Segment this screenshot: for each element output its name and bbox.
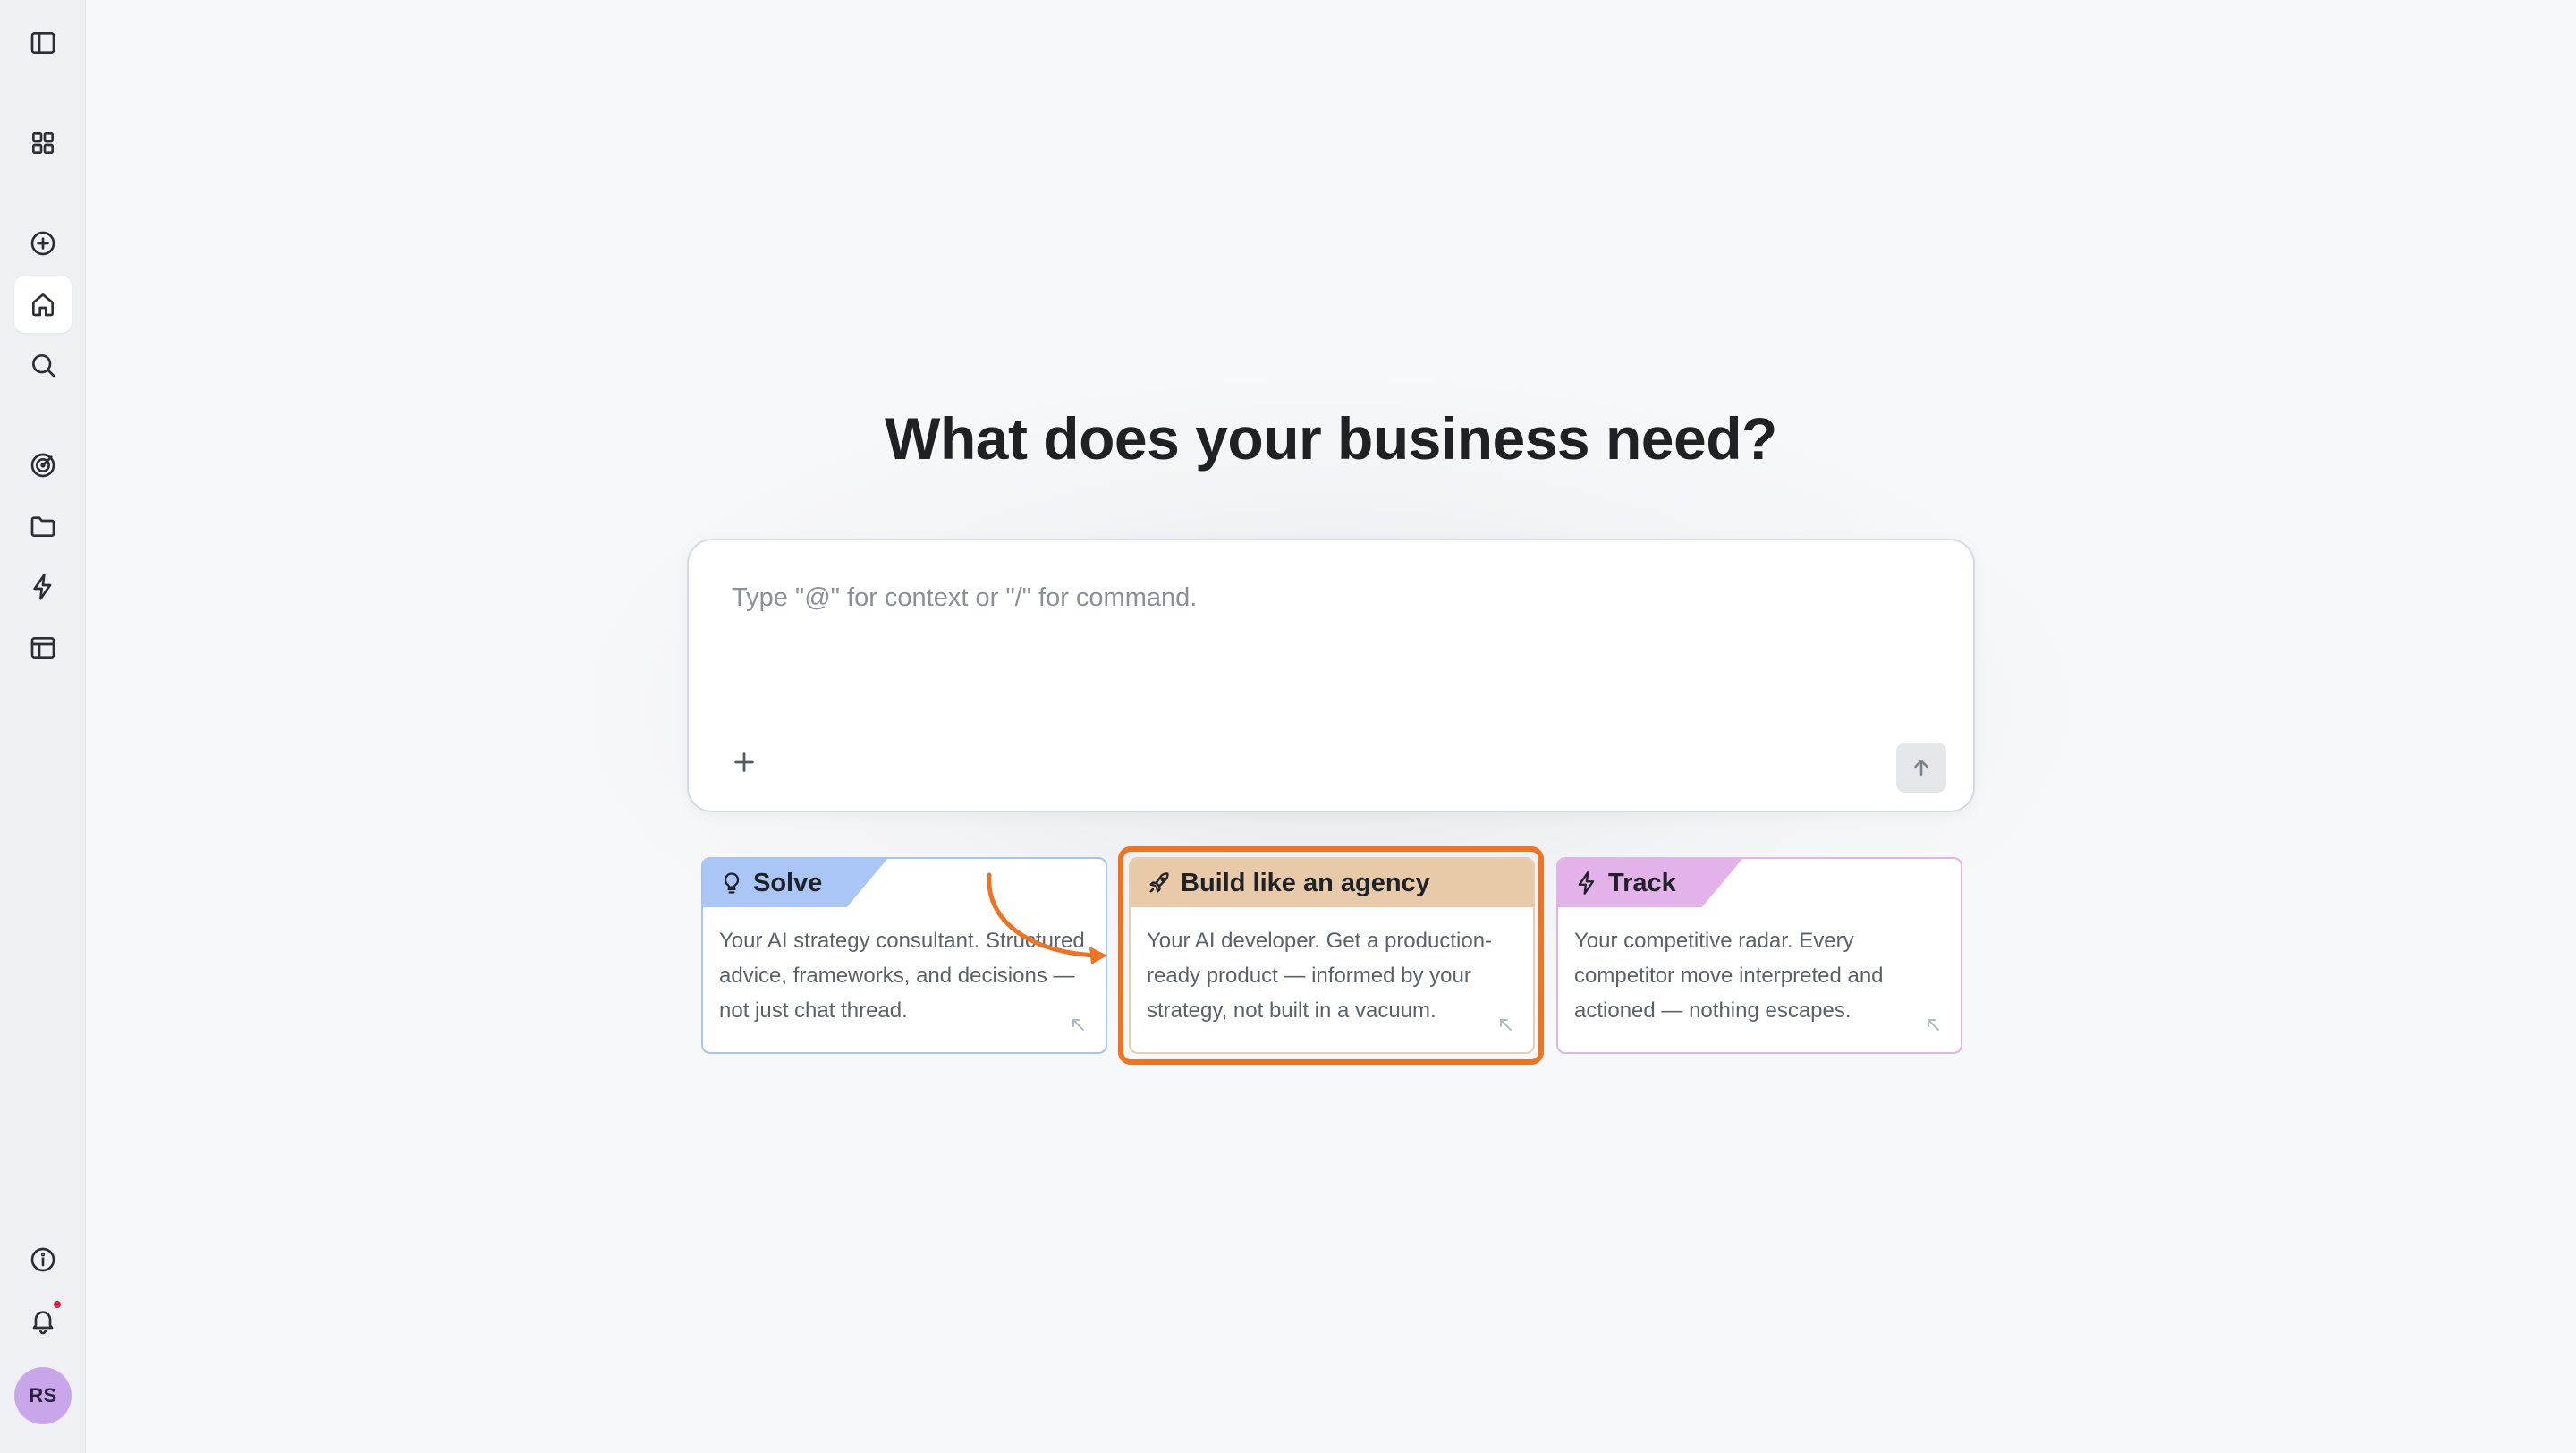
arrow-up-icon	[1914, 760, 1928, 776]
automations-button[interactable]	[14, 558, 72, 616]
home-button[interactable]	[14, 276, 72, 333]
build-like-an-agency-card[interactable]: Build like an agency Your AI developer. …	[1129, 857, 1535, 1054]
files-button[interactable]	[14, 497, 72, 555]
track-card-description: Your competitive radar. Every competitor…	[1574, 929, 1884, 1023]
info-button[interactable]	[14, 1231, 72, 1288]
add-attachment-button[interactable]	[724, 743, 764, 782]
toggle-sidebar-button[interactable]	[14, 14, 72, 72]
avatar[interactable]: RS	[14, 1367, 72, 1424]
solve-card-title: Solve	[753, 868, 823, 897]
sidebar-icon	[30, 32, 55, 54]
search-button[interactable]	[14, 336, 72, 394]
layout-icon	[30, 637, 55, 659]
bolt-icon	[33, 574, 52, 600]
sidebar: RS	[0, 0, 86, 1453]
bolt-icon	[1578, 871, 1595, 895]
notifications-button[interactable]	[14, 1292, 72, 1349]
solve-card-header: Solve	[703, 859, 887, 907]
arrow-up-left-icon	[1070, 1016, 1086, 1032]
home-icon	[32, 293, 54, 317]
solve-card[interactable]: Solve Your AI strategy consultant. Struc…	[701, 857, 1107, 1054]
prompt-input[interactable]	[732, 583, 1930, 709]
arrow-up-left-icon	[1497, 1016, 1513, 1032]
track-card[interactable]: Track Your competitive radar. Every comp…	[1556, 857, 1962, 1054]
new-button[interactable]	[14, 215, 72, 272]
arrow-up-left-icon	[1925, 1016, 1941, 1032]
bell-icon	[32, 1311, 54, 1335]
notification-dot	[54, 1301, 61, 1308]
lightbulb-icon	[724, 872, 740, 894]
apps-button[interactable]	[14, 115, 72, 172]
rocket-icon	[1149, 872, 1169, 893]
target-icon	[30, 453, 55, 478]
plus-circle-icon	[30, 231, 55, 256]
track-card-title: Track	[1608, 868, 1676, 897]
prompt-composer	[687, 539, 1975, 812]
build-card-header: Build like an agency	[1131, 859, 1533, 907]
build-card-title: Build like an agency	[1181, 868, 1430, 897]
build-card-description: Your AI developer. Get a production-read…	[1147, 929, 1493, 1023]
search-icon	[32, 354, 55, 378]
layout-button[interactable]	[14, 619, 72, 676]
info-icon	[30, 1247, 55, 1272]
grid-icon	[32, 132, 54, 154]
track-card-header: Track	[1558, 859, 1742, 907]
goals-button[interactable]	[14, 437, 72, 494]
solve-card-description: Your AI strategy consultant. Structured …	[719, 929, 1085, 1023]
send-button[interactable]	[1896, 743, 1946, 793]
plus-icon	[734, 752, 754, 772]
folder-icon	[30, 516, 55, 537]
page-title: What does your business need?	[885, 405, 1777, 472]
